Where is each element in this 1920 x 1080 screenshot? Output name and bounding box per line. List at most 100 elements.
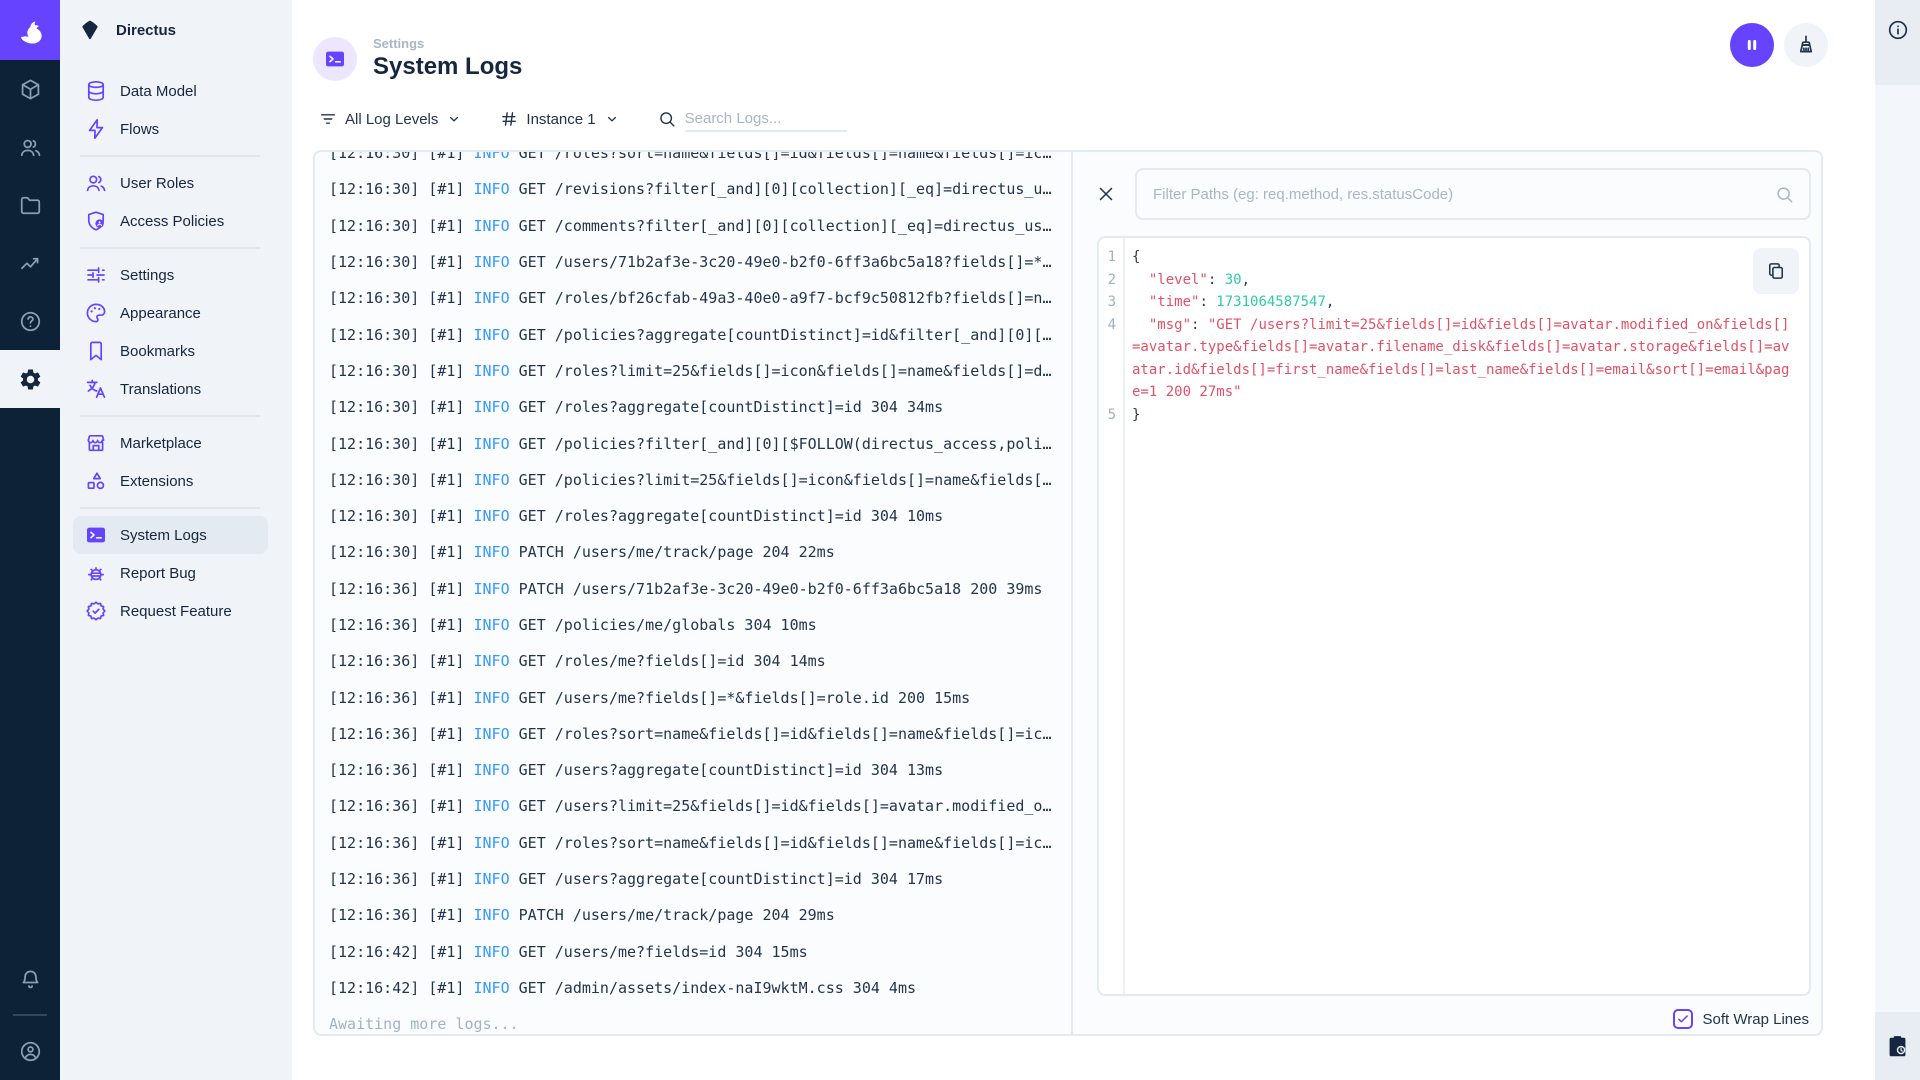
module-item-files[interactable] <box>0 176 60 234</box>
log-row[interactable]: [12:16:30] [#1] INFO GET /roles/bf26cfab… <box>329 280 1061 316</box>
code-content: "level": 30, <box>1123 269 1797 292</box>
sidebar-item-data-model[interactable]: Data Model <box>73 72 268 110</box>
log-level-filter[interactable]: All Log Levels <box>318 109 463 129</box>
log-row[interactable]: [12:16:30] [#1] INFO GET /revisions?filt… <box>329 171 1061 207</box>
log-list[interactable]: [12:16:30] [#1] INFO GET /roles?sort=nam… <box>315 152 1073 1034</box>
nav-divider <box>80 155 260 157</box>
close-detail-button[interactable] <box>1087 175 1125 213</box>
copy-button[interactable] <box>1753 248 1799 294</box>
log-timestamp: [12:16:36] [#1] <box>329 688 474 707</box>
code-content: { <box>1123 246 1797 269</box>
log-row[interactable]: [12:16:30] [#1] INFO PATCH /users/me/tra… <box>329 534 1061 570</box>
sidebar-item-bookmarks[interactable]: Bookmarks <box>73 332 268 370</box>
project-row[interactable]: Directus <box>60 0 292 60</box>
log-row[interactable]: [12:16:36] [#1] INFO GET /users/me?field… <box>329 679 1061 715</box>
module-bar <box>0 0 60 1080</box>
code-token: , <box>1241 271 1251 288</box>
log-row[interactable]: [12:16:30] [#1] INFO GET /roles?limit=25… <box>329 353 1061 389</box>
sidebar-item-translations[interactable]: Translations <box>73 370 268 408</box>
log-level: INFO <box>473 761 510 780</box>
sidebar-item-marketplace[interactable]: Marketplace <box>73 424 268 462</box>
log-message: GET /roles?limit=25&fields[]=icon&fields… <box>509 361 1052 380</box>
copy-icon <box>1765 260 1787 282</box>
log-footer: Awaiting more logs... <box>329 1015 519 1034</box>
shield-icon <box>84 209 108 233</box>
log-level: INFO <box>473 942 510 961</box>
sidebar-item-flows[interactable]: Flows <box>73 110 268 148</box>
log-row[interactable]: [12:16:30] [#1] INFO GET /comments?filte… <box>329 208 1061 244</box>
module-item-users[interactable] <box>0 118 60 176</box>
log-row[interactable]: [12:16:30] [#1] INFO GET /policies?filte… <box>329 425 1061 461</box>
close-icon <box>1095 183 1117 205</box>
sidebar-item-appearance[interactable]: Appearance <box>73 294 268 332</box>
gear-icon <box>18 367 43 392</box>
sidebar-item-system-logs[interactable]: System Logs <box>73 516 268 554</box>
module-item-settings[interactable] <box>0 350 60 408</box>
toggle-live-logs-button[interactable] <box>1730 23 1774 67</box>
sidebar-item-label: Access Policies <box>120 212 225 230</box>
log-row[interactable]: [12:16:36] [#1] INFO GET /roles/me?field… <box>329 643 1061 679</box>
directus-logo-button[interactable] <box>0 0 60 60</box>
instance-filter[interactable]: Instance 1 <box>499 109 620 129</box>
sidebar-item-settings[interactable]: Settings <box>73 256 268 294</box>
log-message: GET /roles?sort=name&fields[]=id&fields[… <box>509 152 1052 163</box>
search-logs-input[interactable] <box>684 106 847 132</box>
log-row[interactable]: [12:16:36] [#1] INFO GET /users?limit=25… <box>329 788 1061 824</box>
sidebar-item-label: Data Model <box>120 82 197 100</box>
sidebar-item-request-feature[interactable]: Request Feature <box>73 592 268 630</box>
code-token: , <box>1325 294 1335 310</box>
sidebar-item-label: Flows <box>120 120 160 138</box>
log-row[interactable]: [12:16:30] [#1] INFO GET /roles?aggregat… <box>329 389 1061 425</box>
log-row[interactable]: [12:16:36] [#1] INFO GET /policies/me/gl… <box>329 607 1061 643</box>
info-icon[interactable] <box>1886 18 1910 42</box>
code-token: 1731064587547 <box>1216 294 1326 310</box>
log-message: GET /users?aggregate[countDistinct]=id 3… <box>509 761 944 780</box>
sidebar-item-label: User Roles <box>120 174 195 192</box>
log-detail-code: 1{2 "level": 30, 3 "time": 1731064587547,… <box>1097 236 1811 996</box>
clear-logs-button[interactable] <box>1784 23 1828 67</box>
module-item-notifications[interactable] <box>0 950 60 1008</box>
sidebar-item-access-policies[interactable]: Access Policies <box>73 202 268 240</box>
log-row[interactable]: [12:16:36] [#1] INFO PATCH /users/71b2af… <box>329 571 1061 607</box>
log-timestamp: [12:16:30] [#1] <box>329 543 474 562</box>
clipboard-clock-icon[interactable] <box>1885 1034 1910 1059</box>
log-row[interactable]: [12:16:36] [#1] INFO GET /users?aggregat… <box>329 861 1061 897</box>
search-icon <box>1774 184 1795 205</box>
log-message: GET /users?limit=25&fields[]=id&fields[]… <box>509 797 1052 816</box>
database-icon <box>84 79 108 103</box>
log-row[interactable]: [12:16:30] [#1] INFO GET /users/71b2af3e… <box>329 244 1061 280</box>
nav-sidebar: Directus Data Model Flows User Roles Access… <box>60 0 292 1080</box>
module-item-profile[interactable] <box>0 1022 60 1080</box>
soft-wrap-checkbox[interactable] <box>1672 1009 1693 1029</box>
terminal-icon <box>323 47 347 71</box>
filter-paths-input[interactable] <box>1153 185 1774 203</box>
log-row[interactable]: [12:16:42] [#1] INFO GET /users/me?field… <box>329 934 1061 970</box>
log-shell: [12:16:30] [#1] INFO GET /roles?sort=nam… <box>313 150 1823 1036</box>
log-row[interactable]: [12:16:30] [#1] INFO GET /roles?aggregat… <box>329 498 1061 534</box>
sidebar-item-report-bug[interactable]: Report Bug <box>73 554 268 592</box>
log-row[interactable]: [12:16:36] [#1] INFO GET /roles?sort=nam… <box>329 716 1061 752</box>
log-row[interactable]: [12:16:36] [#1] INFO PATCH /users/me/tra… <box>329 897 1061 933</box>
log-row[interactable]: [12:16:42] [#1] INFO GET /admin/assets/i… <box>329 970 1061 1006</box>
module-item-help[interactable] <box>0 292 60 350</box>
log-row[interactable]: [12:16:30] [#1] INFO GET /policies?limit… <box>329 462 1061 498</box>
module-item-insights[interactable] <box>0 234 60 292</box>
log-row[interactable]: [12:16:36] [#1] INFO GET /roles?sort=nam… <box>329 825 1061 861</box>
log-message: GET /admin/assets/index-naI9wktM.css 304… <box>509 978 917 997</box>
log-row[interactable]: [12:16:30] [#1] INFO GET /roles?sort=nam… <box>329 152 1061 171</box>
log-message: GET /revisions?filter[_and][0][collectio… <box>509 180 1052 199</box>
log-message: GET /roles?sort=name&fields[]=id&fields[… <box>509 724 1052 743</box>
header-actions <box>1730 23 1828 67</box>
log-row[interactable]: [12:16:36] [#1] INFO GET /users?aggregat… <box>329 752 1061 788</box>
code-token: : <box>1191 316 1208 333</box>
sidebar-item-label: Appearance <box>120 304 201 322</box>
sidebar-item-extensions[interactable]: Extensions <box>73 462 268 500</box>
sidebar-item-user-roles[interactable]: User Roles <box>73 164 268 202</box>
log-message: PATCH /users/me/track/page 204 29ms <box>509 906 835 925</box>
sidebar-item-label: Marketplace <box>120 434 202 452</box>
module-nav <box>0 60 60 408</box>
log-timestamp: [12:16:30] [#1] <box>329 434 474 453</box>
module-item-content[interactable] <box>0 60 60 118</box>
log-row[interactable]: [12:16:30] [#1] INFO GET /policies?aggre… <box>329 316 1061 352</box>
project-name: Directus <box>116 21 177 39</box>
